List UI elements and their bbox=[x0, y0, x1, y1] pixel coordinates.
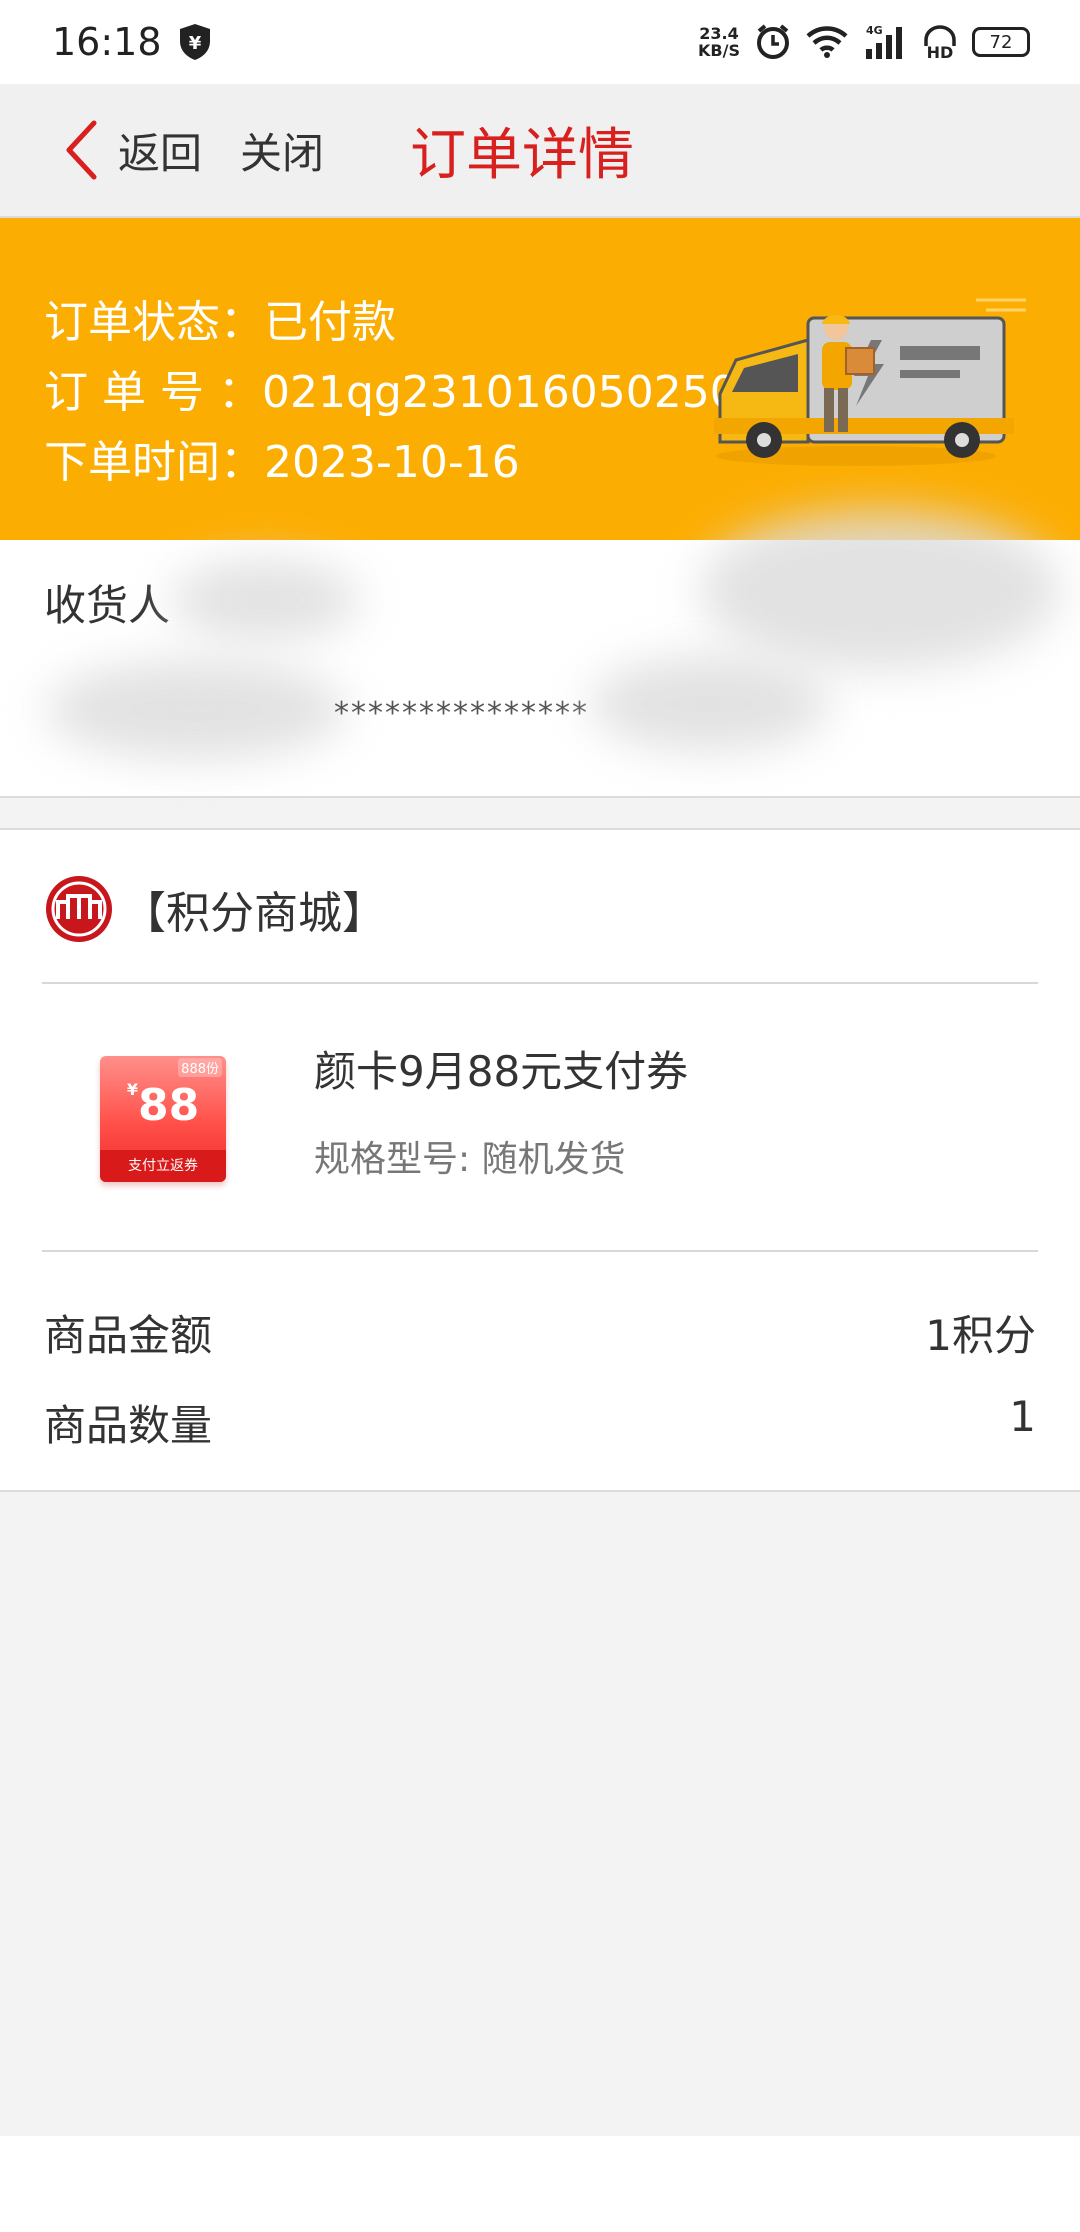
product-name[interactable]: 颜卡9月88元支付券 bbox=[314, 1038, 688, 1099]
amount-label: 商品金额 bbox=[44, 1311, 213, 1360]
headset-hd-icon: HD bbox=[924, 25, 956, 60]
svg-text:HD: HD bbox=[927, 43, 954, 60]
order-time-row: 下单时间：2023-10-16 bbox=[44, 426, 520, 490]
back-label: 返回 bbox=[118, 128, 203, 178]
redacted-receiver-info bbox=[700, 510, 1060, 670]
product-spec: 规格型号: 随机发货 bbox=[314, 1139, 626, 1180]
order-items-card: 【积分商城】 888份 ¥88 支付立返券 颜卡9月88元支付券 规格型号: 随… bbox=[0, 828, 1080, 1492]
chevron-left-icon bbox=[66, 120, 97, 180]
net-speed: 23.4 KB/S bbox=[698, 24, 740, 60]
back-button[interactable]: 返回 bbox=[64, 119, 202, 181]
order-number-label: 订 单 号 ： bbox=[44, 367, 262, 418]
order-time-value: 2023-10-16 bbox=[264, 437, 520, 488]
status-bar-right: 23.4 KB/S 4G HD 72 bbox=[698, 23, 1030, 61]
delivery-truck-icon bbox=[714, 298, 1026, 466]
status-bar: 16:18 ¥ 23.4 KB/S 4G HD 72 bbox=[0, 0, 1080, 84]
citic-logo-icon bbox=[46, 876, 112, 942]
shop-name: 【积分商城】 bbox=[122, 888, 386, 939]
redacted-receiver-phone-tail bbox=[590, 656, 830, 752]
redacted-receiver-address bbox=[46, 660, 346, 760]
coupon-stock-text: 888份 bbox=[178, 1058, 222, 1077]
shop-divider bbox=[42, 982, 1038, 984]
quantity-row: 商品数量 1 bbox=[44, 1392, 1036, 1453]
bottom-bar bbox=[0, 2136, 1080, 2232]
order-status-value: 已付款 bbox=[264, 297, 396, 348]
amount-value: 1积分 bbox=[925, 1311, 1036, 1360]
signal-icon: 4G bbox=[866, 24, 902, 59]
order-status-row: 订单状态：已付款 bbox=[44, 286, 396, 350]
close-button[interactable]: 关闭 bbox=[240, 120, 324, 181]
order-status-banner: 订单状态：已付款 订 单 号 ：021qg23101605025001 下单时间… bbox=[0, 218, 1080, 540]
receiver-section[interactable]: 收货人 *************** bbox=[0, 510, 1080, 798]
battery-icon: 72 bbox=[972, 27, 1030, 57]
product-divider bbox=[42, 1250, 1038, 1252]
receiver-label: 收货人 bbox=[44, 581, 171, 630]
wifi-icon bbox=[806, 26, 848, 58]
quantity-label: 商品数量 bbox=[44, 1401, 213, 1450]
coupon-bottom-text: 支付立返券 bbox=[100, 1150, 226, 1182]
receiver-phone: *************** bbox=[334, 696, 589, 731]
status-bar-left: 16:18 ¥ bbox=[52, 20, 212, 64]
quantity-value: 1 bbox=[1009, 1392, 1036, 1441]
shop-header: 【积分商城】 bbox=[44, 874, 386, 944]
order-time-label: 下单时间： bbox=[44, 437, 264, 488]
amount-row: 商品金额 1积分 bbox=[44, 1302, 1036, 1363]
page-title: 订单详情 bbox=[410, 122, 635, 188]
order-number-row: 订 单 号 ：021qg23101605025001 bbox=[44, 356, 794, 420]
redacted-receiver-name bbox=[170, 560, 360, 640]
shield-icon: ¥ bbox=[179, 24, 210, 60]
svg-text:4G: 4G bbox=[866, 24, 883, 37]
order-status-label: 订单状态： bbox=[44, 297, 264, 348]
coupon-value: ¥88 bbox=[126, 1080, 200, 1131]
alarm-icon bbox=[757, 24, 789, 59]
navigation-bar: 返回 关闭 订单详情 bbox=[0, 84, 1080, 218]
status-time: 16:18 bbox=[52, 20, 162, 64]
product-thumbnail[interactable]: 888份 ¥88 支付立返券 bbox=[100, 1056, 226, 1182]
svg-text:¥: ¥ bbox=[188, 33, 201, 54]
